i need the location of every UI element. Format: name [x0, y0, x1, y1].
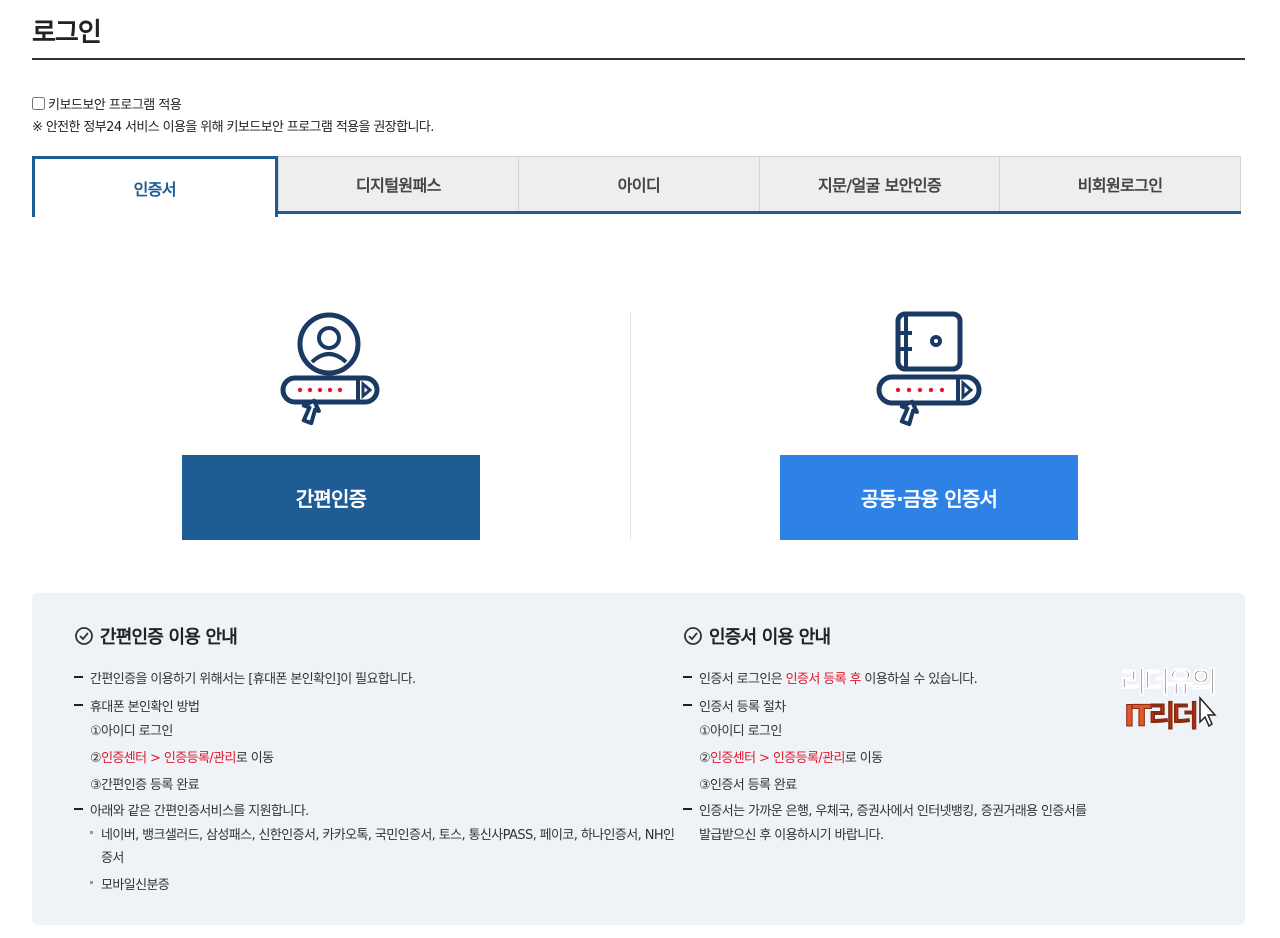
tab-id[interactable]: 아이디: [518, 156, 759, 211]
tab-certificate[interactable]: 인증서: [32, 156, 278, 217]
simple-guide-line: 아래와 같은 간편인증서비스를 지원합니다.: [90, 804, 309, 819]
cert-guide-line: 인증서 등록 절차: [699, 700, 786, 715]
line-suffix: 이용하실 수 있습니다.: [860, 672, 978, 687]
line-prefix: 인증서 로그인은: [699, 672, 786, 687]
simple-guide-subitem: 모바일신분증: [101, 878, 170, 893]
simple-guide-subitem-cont: 증서: [101, 851, 124, 866]
keyboard-security-label: 키보드보안 프로그램 적용: [48, 98, 182, 113]
cert-guide-line-cont: 발급받으신 후 이용하시기 바랍니다.: [699, 828, 884, 843]
cert-guide-step: ②인증센터 > 인증등록/관리로 이동: [699, 747, 883, 766]
tab-biometric[interactable]: 지문/얼굴 보안인증: [758, 156, 1000, 211]
simple-auth-button[interactable]: 간편인증: [182, 455, 480, 540]
tab-digital-onepass[interactable]: 디지털원패스: [277, 156, 519, 211]
simple-guide-step: ①아이디 로그인: [90, 724, 173, 739]
bullet-dash: [683, 808, 692, 810]
cert-guide-title: 인증서 이용 안내: [683, 623, 831, 649]
step-number: ②: [699, 751, 711, 766]
title-divider: [32, 58, 1245, 60]
usage-guide-panel: 간편인증 이용 안내 간편인증을 이용하기 위해서는 [휴대폰 본인확인]이 필…: [32, 593, 1245, 925]
logo-text-line2: IT리더: [1124, 699, 1196, 733]
certificate-icon: [876, 311, 984, 429]
step-highlight: 인증센터 > 인증등록/관리: [101, 751, 236, 766]
cert-guide-line: 인증서 로그인은 인증서 등록 후 이용하실 수 있습니다.: [699, 668, 978, 687]
login-method-tabs: 인증서 디지털원패스 아이디 지문/얼굴 보안인증 비회원로그인: [32, 156, 1241, 217]
bullet-square: [90, 831, 93, 834]
options-divider: [630, 312, 631, 540]
step-highlight: 인증센터 > 인증등록/관리: [710, 751, 845, 766]
bullet-dash: [74, 704, 83, 706]
cert-guide-step: ③인증서 등록 완료: [699, 778, 797, 793]
simple-auth-icon: [280, 312, 380, 428]
simple-guide-subitem: 네이버, 뱅크샐러드, 삼성패스, 신한인증서, 카카오톡, 국민인증서, 토스…: [101, 828, 675, 843]
bullet-square: [90, 881, 93, 884]
keyboard-security-checkbox[interactable]: [32, 97, 45, 110]
logo-text-line1: 리더유의: [1120, 665, 1215, 699]
cert-guide-step: ①아이디 로그인: [699, 724, 782, 739]
keyboard-security-note: ※ 안전한 정부24 서비스 이용을 위해 키보드보안 프로그램 적용을 권장합…: [32, 120, 434, 135]
bullet-dash: [74, 676, 83, 678]
simple-guide-step: ②인증센터 > 인증등록/관리로 이동: [90, 747, 274, 766]
simple-guide-step: ③간편인증 등록 완료: [90, 778, 200, 793]
simple-guide-title: 간편인증 이용 안내: [74, 623, 238, 649]
cursor-icon: [1199, 696, 1217, 728]
step-suffix: 로 이동: [844, 751, 883, 766]
cert-guide-line: 인증서는 가까운 은행, 우체국, 증권사에서 인터넷뱅킹, 증권거래용 인증서…: [699, 804, 1087, 819]
line-highlight: 인증서 등록 후: [785, 672, 862, 687]
page-title: 로그인: [32, 18, 102, 48]
bullet-dash: [74, 808, 83, 810]
check-circle-icon: [75, 627, 93, 645]
cert-guide-title-text: 인증서 이용 안내: [709, 627, 831, 648]
step-suffix: 로 이동: [235, 751, 274, 766]
step-number: ②: [90, 751, 102, 766]
channel-logo: 리더유의 IT리더: [1118, 652, 1219, 744]
simple-guide-line: 휴대폰 본인확인 방법: [90, 700, 200, 715]
certificate-login-button[interactable]: 공동·금융 인증서: [780, 455, 1078, 540]
tab-non-member[interactable]: 비회원로그인: [999, 156, 1241, 211]
bullet-dash: [683, 676, 692, 678]
check-circle-icon: [684, 627, 702, 645]
simple-guide-line: 간편인증을 이용하기 위해서는 [휴대폰 본인확인]이 필요합니다.: [90, 672, 416, 687]
simple-guide-title-text: 간편인증 이용 안내: [100, 627, 238, 648]
bullet-dash: [683, 704, 692, 706]
keyboard-security-option[interactable]: 키보드보안 프로그램 적용: [32, 94, 182, 113]
